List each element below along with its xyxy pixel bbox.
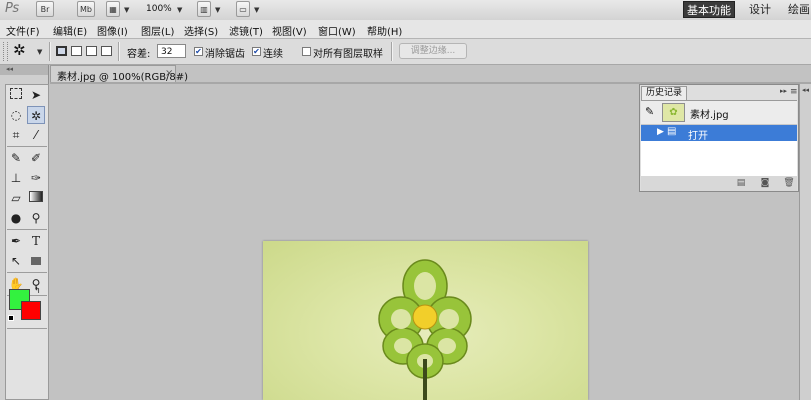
lasso-icon[interactable]: ◌ — [7, 106, 25, 124]
rectangle-shape-icon[interactable] — [27, 252, 45, 270]
arrange-documents-button[interactable]: ▥ — [197, 1, 211, 17]
view-extras-button[interactable]: ▦ — [106, 1, 120, 17]
panel-menu-icon[interactable]: ≡ — [790, 87, 798, 97]
snapshot-thumbnail: ✿ — [662, 103, 685, 122]
tolerance-label: 容差: — [127, 49, 151, 60]
contiguous-label: 连续 — [263, 49, 283, 60]
spot-healing-brush-icon[interactable]: ✎ — [7, 149, 25, 167]
screen-mode-button[interactable]: ▭ — [236, 1, 250, 17]
open-document-icon: ▤ — [667, 126, 677, 137]
menu-image[interactable]: 图像(I) — [97, 23, 128, 38]
sample-all-layers-label: 对所有图层取样 — [313, 49, 383, 60]
mini-bridge-button[interactable]: Mb — [77, 1, 95, 17]
zoom-level-dropdown[interactable]: 100% — [146, 4, 172, 14]
workspace-essentials[interactable]: 基本功能 — [683, 1, 735, 18]
swap-colors-icon[interactable]: ↰ — [34, 286, 41, 295]
divider — [7, 328, 47, 329]
collapse-icon[interactable]: ◂◂ — [6, 65, 13, 73]
menu-bar: 文件(F) 编辑(E) 图像(I) 图层(L) 选择(S) 滤镜(T) 视图(V… — [0, 20, 811, 39]
move-tool-icon[interactable]: ➤ — [27, 86, 45, 104]
crop-icon[interactable]: ⌗ — [7, 126, 25, 144]
history-brush-icon[interactable]: ✑ — [27, 169, 45, 187]
contiguous-checkbox[interactable]: ✔ — [252, 47, 261, 56]
close-icon[interactable]: × — [165, 68, 173, 79]
clone-stamp-icon[interactable]: ⊥ — [7, 169, 25, 187]
default-colors-icon[interactable] — [8, 315, 14, 321]
refine-edge-button[interactable]: 调整边缘... — [399, 43, 467, 59]
workspace-painting[interactable]: 绘画 — [784, 1, 811, 18]
tools-panel: ◂◂ ➤ ◌ ✲ ⌗ ⁄ ✎ ✐ ⊥ ✑ ▱ ● ⚲ ✒ T ↖ ✋ ⚲ ↰ — [0, 65, 49, 400]
add-to-selection-icon[interactable] — [71, 46, 82, 56]
intersect-selection-icon[interactable] — [101, 46, 112, 56]
history-panel: 历史记录 ▸▸ ≡ ✎ ✿ 素材.jpg ▶ ▤ 打开 ▤ ◙ 🗑 — [639, 84, 799, 192]
chevron-down-icon[interactable]: ▼ — [177, 6, 182, 14]
photoshop-logo: Ps — [5, 1, 19, 16]
divider — [7, 146, 47, 147]
path-selection-icon[interactable]: ↖ — [7, 252, 25, 270]
flower-image — [378, 259, 472, 400]
antialias-checkbox[interactable]: ✔ — [194, 47, 203, 56]
tolerance-input[interactable]: 32 — [157, 44, 186, 58]
history-tab[interactable]: 历史记录 — [641, 86, 687, 100]
snapshot-label: 素材.jpg — [690, 110, 729, 121]
history-step-label: 打开 — [688, 131, 708, 142]
history-state-marker-icon: ▶ — [657, 127, 664, 137]
divider — [49, 42, 51, 61]
brush-icon[interactable]: ✐ — [27, 149, 45, 167]
background-color-swatch[interactable] — [21, 301, 41, 320]
history-brush-source-icon[interactable]: ✎ — [645, 105, 654, 118]
eraser-icon[interactable]: ▱ — [7, 189, 25, 207]
collapse-panel-icon[interactable]: ▸▸ — [780, 87, 787, 95]
document-canvas[interactable] — [263, 241, 588, 400]
menu-filter[interactable]: 滤镜(T) — [229, 23, 263, 38]
menu-help[interactable]: 帮助(H) — [367, 23, 402, 38]
divider — [7, 229, 47, 230]
application-bar: Ps Br Mb ▦ ▼ 100% ▼ ▥ ▼ ▭ ▼ 基本功能 设计 绘画 — [0, 0, 811, 21]
menu-edit[interactable]: 编辑(E) — [53, 23, 87, 38]
workspace-design[interactable]: 设计 — [746, 1, 774, 18]
new-selection-icon[interactable] — [56, 46, 67, 56]
eyedropper-icon[interactable]: ⁄ — [27, 126, 45, 144]
history-step-row[interactable]: ▶ ▤ 打开 — [641, 125, 797, 142]
expand-panels-icon[interactable]: ◂◂ — [802, 86, 809, 94]
divider — [7, 272, 47, 273]
gradient-icon[interactable] — [27, 189, 45, 207]
chevron-down-icon[interactable]: ▼ — [124, 6, 129, 14]
sample-all-layers-checkbox[interactable] — [302, 47, 311, 56]
magic-wand-icon[interactable]: ✲ — [27, 106, 45, 124]
dodge-icon[interactable]: ⚲ — [27, 209, 45, 227]
new-snapshot-icon[interactable]: ◙ — [759, 178, 771, 188]
chevron-down-icon[interactable]: ▼ — [215, 6, 220, 14]
trash-icon[interactable]: 🗑 — [783, 178, 795, 188]
subtract-from-selection-icon[interactable] — [86, 46, 97, 56]
grip-handle[interactable] — [3, 42, 8, 61]
divider — [118, 42, 120, 61]
panel-dock-strip: ◂◂ — [799, 84, 811, 400]
menu-window[interactable]: 窗口(W) — [318, 23, 356, 38]
pen-icon[interactable]: ✒ — [7, 232, 25, 250]
new-document-from-state-icon[interactable]: ▤ — [735, 178, 747, 188]
antialias-label: 消除锯齿 — [205, 49, 245, 60]
menu-file[interactable]: 文件(F) — [6, 23, 40, 38]
type-icon[interactable]: T — [27, 232, 45, 250]
menu-view[interactable]: 视图(V) — [272, 23, 307, 38]
divider — [391, 42, 393, 61]
history-snapshot-row[interactable]: ✎ ✿ 素材.jpg — [641, 101, 797, 125]
rectangular-marquee-icon[interactable] — [7, 86, 25, 104]
history-footer: ▤ ◙ 🗑 — [641, 176, 797, 191]
document-tab[interactable]: 素材.jpg @ 100%(RGB/8#) × — [50, 65, 188, 83]
tool-preset-dropdown[interactable]: ▼ — [37, 48, 42, 56]
menu-select[interactable]: 选择(S) — [184, 23, 218, 38]
magic-wand-icon[interactable]: ✲ — [13, 41, 26, 59]
blur-icon[interactable]: ● — [7, 209, 25, 227]
history-list: ✎ ✿ 素材.jpg ▶ ▤ 打开 — [641, 100, 797, 177]
bridge-button[interactable]: Br — [36, 1, 54, 17]
menu-layer[interactable]: 图层(L) — [141, 23, 174, 38]
chevron-down-icon[interactable]: ▼ — [254, 6, 259, 14]
options-bar: ✲ ▼ 容差: 32 ✔ 消除锯齿 ✔ 连续 对所有图层取样 调整边缘... — [0, 39, 811, 65]
